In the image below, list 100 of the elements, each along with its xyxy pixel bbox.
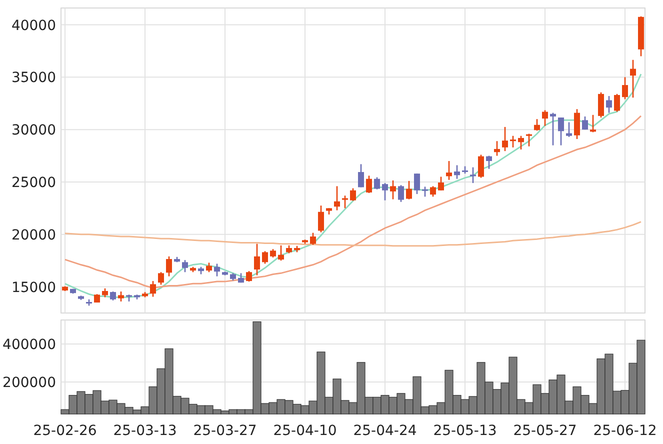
candlestick bbox=[270, 249, 276, 258]
candlestick bbox=[534, 119, 540, 131]
candlestick bbox=[118, 292, 124, 302]
candlestick bbox=[430, 186, 436, 197]
volume-bar bbox=[396, 393, 406, 414]
candlestick bbox=[518, 136, 524, 150]
candlestick bbox=[614, 94, 620, 112]
volume-bar bbox=[108, 400, 118, 414]
candlestick bbox=[470, 167, 476, 184]
candlestick bbox=[526, 134, 532, 146]
candlestick bbox=[486, 156, 492, 169]
volume-bar bbox=[196, 405, 206, 414]
candlestick bbox=[318, 206, 324, 232]
candlestick bbox=[190, 266, 196, 272]
volume-bar bbox=[388, 396, 398, 414]
candlestick bbox=[230, 273, 236, 280]
candlestick bbox=[198, 266, 204, 274]
axis-label: 25-04-10 bbox=[273, 423, 337, 439]
candlestick bbox=[278, 245, 284, 261]
candlestick bbox=[406, 180, 412, 200]
volume-bar bbox=[428, 405, 438, 414]
axis-label: 30000 bbox=[11, 122, 56, 139]
candlestick bbox=[214, 264, 220, 276]
candlestick bbox=[302, 240, 308, 244]
candlestick bbox=[238, 273, 244, 283]
volume-bar bbox=[492, 389, 502, 414]
candlestick bbox=[630, 60, 636, 98]
candlestick bbox=[462, 166, 468, 174]
volume-bar bbox=[284, 400, 294, 414]
candlestick bbox=[598, 92, 604, 118]
candlestick bbox=[478, 154, 484, 178]
candlestick bbox=[294, 246, 300, 252]
candlestick bbox=[382, 183, 388, 200]
axis-label: 20000 bbox=[11, 227, 56, 244]
candlestick bbox=[558, 118, 564, 146]
candlestick bbox=[438, 176, 444, 190]
axis-label: 25-04-24 bbox=[353, 423, 417, 439]
volume-bar bbox=[76, 391, 86, 414]
candlestick bbox=[446, 161, 452, 180]
candlestick bbox=[62, 286, 68, 291]
candlestick bbox=[254, 244, 260, 276]
volume-bar bbox=[268, 402, 278, 414]
candlestick bbox=[590, 114, 596, 132]
volume-bar bbox=[380, 395, 390, 414]
axis-label: 25-03-13 bbox=[113, 423, 177, 439]
candlestick bbox=[390, 180, 396, 200]
candlestick bbox=[142, 292, 148, 298]
candlestick bbox=[78, 296, 84, 300]
candlestick bbox=[326, 208, 332, 214]
volume-bar bbox=[84, 394, 94, 414]
candlestick bbox=[366, 176, 372, 193]
candlestick bbox=[350, 188, 356, 201]
candlestick bbox=[422, 186, 428, 197]
axis-label: 200000 bbox=[2, 374, 56, 391]
candlestick bbox=[70, 288, 76, 294]
candlestick bbox=[550, 112, 556, 146]
volume-bar bbox=[372, 396, 382, 414]
candlestick bbox=[342, 196, 348, 208]
candlestick bbox=[166, 256, 172, 276]
volume-bar bbox=[292, 404, 302, 414]
candlestick bbox=[310, 232, 316, 245]
candlestick bbox=[494, 141, 500, 156]
candlestick bbox=[286, 245, 292, 254]
candlestick bbox=[566, 122, 572, 137]
axis-label: 25-06-12 bbox=[593, 423, 657, 439]
candlestick bbox=[262, 251, 268, 264]
axis-label: 15000 bbox=[11, 280, 56, 296]
candlestick bbox=[574, 109, 580, 140]
candlestick bbox=[246, 271, 252, 282]
candlestick bbox=[222, 272, 228, 276]
candlestick bbox=[94, 294, 100, 303]
volume-bar bbox=[460, 399, 470, 414]
axis-label: 25-02-26 bbox=[33, 423, 97, 439]
axis-label: 40000 bbox=[11, 18, 56, 34]
candlestick bbox=[134, 294, 140, 300]
candlestick bbox=[358, 164, 364, 188]
candlestick bbox=[206, 262, 212, 272]
axis-label: 25-05-27 bbox=[513, 423, 577, 439]
candlestick bbox=[334, 186, 340, 210]
candlestick bbox=[126, 294, 132, 302]
candlestick bbox=[502, 126, 508, 152]
volume-bar bbox=[276, 399, 286, 414]
candlestick bbox=[606, 96, 612, 113]
axis-label: 25-03-27 bbox=[193, 423, 257, 439]
candlestick bbox=[102, 288, 108, 298]
candlestick bbox=[398, 185, 404, 202]
candlestick bbox=[158, 272, 164, 285]
candlestick bbox=[174, 256, 180, 262]
axis-label: 35000 bbox=[11, 70, 56, 86]
axis-label: 25000 bbox=[11, 174, 56, 191]
candlestick bbox=[374, 177, 380, 190]
candlestick bbox=[150, 281, 156, 297]
candlestick bbox=[510, 136, 516, 148]
candlestick bbox=[582, 116, 588, 130]
candlestick bbox=[182, 260, 188, 272]
axis-label: 400000 bbox=[2, 336, 56, 353]
candlestick bbox=[622, 77, 628, 100]
candlestick bbox=[542, 110, 548, 126]
candlestick bbox=[638, 16, 644, 56]
candlestick bbox=[454, 165, 460, 179]
